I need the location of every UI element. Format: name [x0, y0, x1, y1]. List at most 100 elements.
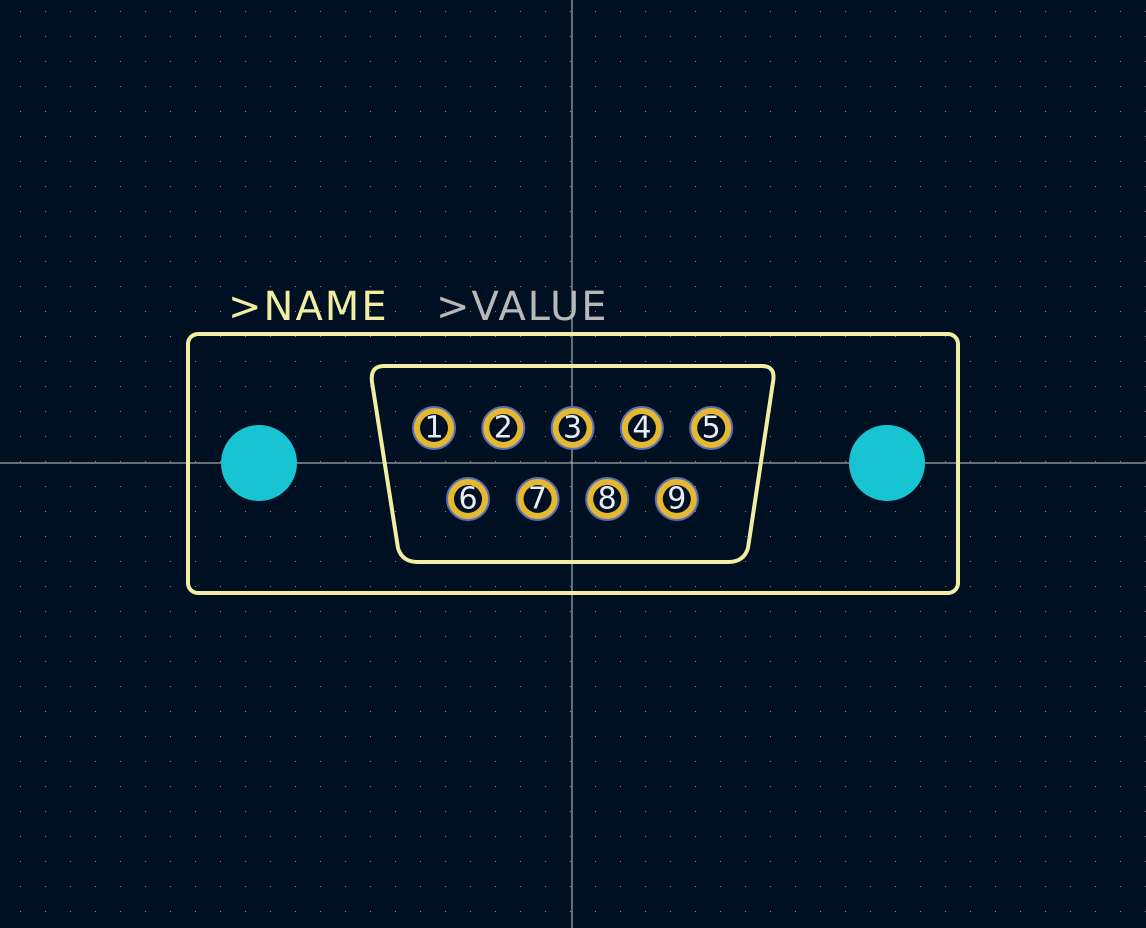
grid-dot — [420, 661, 421, 662]
grid-dot — [1045, 836, 1046, 837]
grid-dot — [120, 461, 121, 462]
grid-dot — [70, 336, 71, 337]
grid-dot — [145, 11, 146, 12]
grid-dot — [45, 161, 46, 162]
grid-dot — [395, 836, 396, 837]
grid-dot — [920, 611, 921, 612]
grid-dot — [770, 611, 771, 612]
connector-shell-outline[interactable] — [369, 364, 776, 564]
grid-dot — [70, 736, 71, 737]
grid-dot — [945, 911, 946, 912]
grid-dot — [770, 761, 771, 762]
grid-dot — [1070, 586, 1071, 587]
grid-dot — [420, 361, 421, 362]
grid-dot — [495, 611, 496, 612]
grid-dot — [920, 86, 921, 87]
pad-6[interactable]: 6 — [446, 477, 490, 521]
grid-dot — [420, 161, 421, 162]
grid-dot — [120, 111, 121, 112]
grid-dot — [445, 811, 446, 812]
grid-dot — [695, 386, 696, 387]
grid-dot — [45, 236, 46, 237]
grid-dot — [570, 536, 571, 537]
mounting-hole-left[interactable] — [221, 425, 297, 501]
pad-5[interactable]: 5 — [689, 406, 734, 450]
grid-dot — [345, 61, 346, 62]
grid-dot — [895, 711, 896, 712]
grid-dot — [120, 661, 121, 662]
pad-number: 5 — [702, 411, 721, 446]
pad-4[interactable]: 4 — [619, 406, 664, 450]
grid-dot — [1120, 386, 1121, 387]
grid-dot — [245, 161, 246, 162]
pad-3[interactable]: 3 — [550, 406, 595, 450]
grid-dot — [470, 461, 471, 462]
grid-dot — [545, 411, 546, 412]
grid-dot — [495, 61, 496, 62]
grid-dot — [745, 861, 746, 862]
grid-dot — [720, 11, 721, 12]
grid-dot — [95, 436, 96, 437]
grid-dot — [45, 436, 46, 437]
footprint-view[interactable]: 1 2 3 4 5 6 7 8 9 >NAME >VALUE — [0, 0, 1146, 928]
grid-dot — [795, 536, 796, 537]
grid-dot — [820, 286, 821, 287]
grid-dot — [1095, 686, 1096, 687]
grid-dot — [870, 761, 871, 762]
grid-dot — [595, 886, 596, 887]
grid-dot — [795, 586, 796, 587]
value-label[interactable]: >VALUE — [436, 284, 609, 330]
grid-dot — [945, 811, 946, 812]
grid-dot — [95, 911, 96, 912]
grid-dot — [20, 11, 21, 12]
grid-dot — [495, 161, 496, 162]
grid-dot — [345, 611, 346, 612]
grid-dot — [895, 361, 896, 362]
grid-dot — [45, 36, 46, 37]
grid-dot — [720, 786, 721, 787]
grid-dot — [495, 261, 496, 262]
grid-dot — [695, 161, 696, 162]
mounting-hole-right[interactable] — [849, 425, 925, 501]
grid-dot — [370, 736, 371, 737]
grid-dot — [1070, 411, 1071, 412]
grid-dot — [970, 411, 971, 412]
grid-dot — [345, 111, 346, 112]
grid-dot — [520, 861, 521, 862]
grid-dot — [595, 211, 596, 212]
grid-dot — [420, 636, 421, 637]
grid-dot — [495, 136, 496, 137]
grid-dot — [20, 361, 21, 362]
grid-dot — [145, 536, 146, 537]
grid-dot — [195, 11, 196, 12]
pad-2[interactable]: 2 — [481, 406, 526, 450]
grid-dot — [770, 161, 771, 162]
grid-dot — [920, 911, 921, 912]
reference-label[interactable]: >NAME — [228, 284, 389, 330]
grid-dot — [820, 461, 821, 462]
grid-dot — [220, 261, 221, 262]
grid-dot — [770, 686, 771, 687]
pcb-footprint-canvas[interactable]: 1234 5 6789 >NAME >VALUE — [0, 0, 1146, 928]
grid-dot — [845, 211, 846, 212]
grid-dot — [645, 686, 646, 687]
grid-dot — [1045, 561, 1046, 562]
grid-dot — [845, 86, 846, 87]
grid-dot — [995, 261, 996, 262]
grid-dot — [495, 36, 496, 37]
grid-dot — [95, 761, 96, 762]
grid-dot — [545, 336, 546, 337]
pad-7[interactable]: 7 — [515, 477, 560, 521]
grid-dot — [895, 336, 896, 337]
grid-dot — [195, 511, 196, 512]
grid-dot — [870, 536, 871, 537]
grid-dot — [720, 61, 721, 62]
grid-dot — [1070, 86, 1071, 87]
grid-dot — [1120, 236, 1121, 237]
pad-1[interactable]: 1 — [412, 406, 456, 450]
pad-9[interactable]: 9 — [654, 477, 699, 521]
grid-dot — [695, 661, 696, 662]
pad-8[interactable]: 8 — [585, 477, 630, 521]
grid-dot — [995, 436, 996, 437]
grid-dot — [345, 836, 346, 837]
